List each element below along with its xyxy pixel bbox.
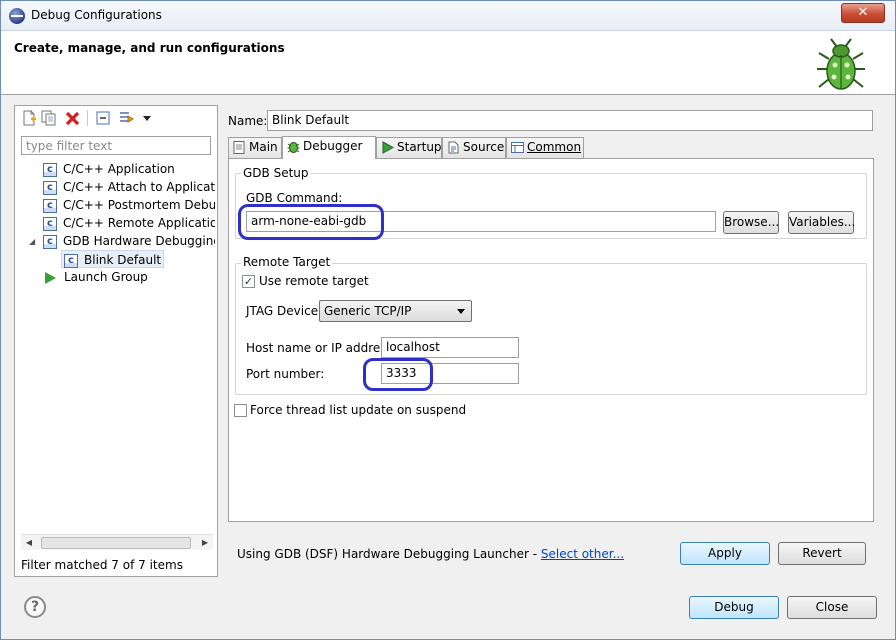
new-configuration-icon[interactable] bbox=[21, 110, 37, 126]
port-highlight-ring bbox=[363, 358, 433, 391]
gdb-command-label: GDB Command: bbox=[246, 191, 343, 205]
host-label: Host name or IP address: bbox=[246, 341, 397, 355]
tree-expander-icon[interactable]: ◢ bbox=[29, 233, 39, 251]
tab-startup[interactable]: Startup bbox=[376, 137, 442, 158]
tab-debugger[interactable]: Debugger bbox=[282, 136, 376, 159]
gdb-setup-title: GDB Setup bbox=[241, 166, 311, 180]
view-menu-chevron-icon[interactable] bbox=[139, 110, 155, 126]
title-bar: Debug Configurations ✕ bbox=[1, 1, 895, 31]
launcher-info: Using GDB (DSF) Hardware Debugging Launc… bbox=[237, 547, 624, 561]
startup-tab-icon bbox=[382, 141, 394, 154]
name-label: Name: bbox=[228, 114, 267, 128]
jtag-device-value: Generic TCP/IP bbox=[324, 304, 412, 318]
tree-item-cpp-remote[interactable]: c C/C++ Remote Application bbox=[43, 214, 215, 232]
revert-button[interactable]: Revert bbox=[778, 542, 866, 565]
host-input[interactable]: localhost bbox=[381, 337, 519, 358]
tab-main[interactable]: Main bbox=[228, 137, 282, 158]
scroll-right-icon[interactable]: ▶ bbox=[197, 535, 213, 551]
launch-group-icon bbox=[45, 271, 56, 284]
debugger-tab-content: GDB Setup GDB Command: arm-none-eabi-gdb… bbox=[228, 158, 874, 522]
tree-item-label: Blink Default bbox=[84, 253, 162, 267]
main-tab-icon bbox=[233, 141, 245, 154]
window-title: Debug Configurations bbox=[31, 8, 162, 22]
launcher-text: Using GDB (DSF) Hardware Debugging Launc… bbox=[237, 547, 541, 561]
debug-configurations-dialog: Debug Configurations ✕ Create, manage, a… bbox=[0, 0, 896, 640]
debugger-tab-icon bbox=[287, 142, 300, 153]
debug-bug-icon bbox=[817, 38, 865, 90]
tab-label: Debugger bbox=[303, 139, 363, 153]
tab-common[interactable]: Common bbox=[506, 137, 584, 158]
tree-toolbar bbox=[15, 106, 217, 132]
browse-button[interactable]: Browse... bbox=[723, 211, 779, 234]
tab-label: Source bbox=[463, 140, 505, 154]
tree-item-blink-default[interactable]: c Blink Default bbox=[61, 250, 165, 268]
eclipse-app-icon bbox=[9, 8, 25, 24]
variables-button[interactable]: Variables... bbox=[788, 211, 855, 234]
tree-item-label: Launch Group bbox=[64, 270, 148, 284]
select-other-link[interactable]: Select other... bbox=[541, 547, 624, 561]
chevron-down-icon bbox=[457, 309, 465, 314]
common-tab-icon bbox=[511, 142, 524, 153]
tab-label: Main bbox=[249, 140, 278, 154]
tree-item-label: C/C++ Remote Application bbox=[63, 216, 215, 230]
tab-label: Startup bbox=[397, 140, 442, 154]
c-config-icon: c bbox=[43, 216, 57, 231]
c-config-icon: c bbox=[43, 234, 57, 249]
tab-label: Common bbox=[527, 140, 582, 154]
remote-target-title: Remote Target bbox=[241, 255, 333, 269]
window-close-button[interactable]: ✕ bbox=[841, 3, 885, 23]
tab-source[interactable]: Source bbox=[442, 137, 506, 158]
use-remote-target-checkbox[interactable]: ✓ bbox=[242, 275, 255, 288]
c-config-icon: c bbox=[43, 180, 57, 195]
tree-horizontal-scrollbar[interactable]: ◀ ▶ bbox=[21, 534, 213, 550]
duplicate-icon[interactable] bbox=[41, 110, 57, 126]
force-thread-checkbox[interactable] bbox=[234, 404, 247, 417]
configuration-tree-panel: c C/C++ Application c C/C++ Attach to Appl… bbox=[14, 105, 218, 577]
tree-item-label: GDB Hardware Debugging bbox=[63, 234, 215, 248]
filter-status: Filter matched 7 of 7 items bbox=[21, 558, 183, 572]
use-remote-target-label: Use remote target bbox=[259, 274, 369, 288]
tree-item-label: C/C++ Application bbox=[63, 162, 175, 176]
tree-item-gdb-hardware[interactable]: ◢ c GDB Hardware Debugging bbox=[29, 232, 215, 250]
filter-input[interactable] bbox=[21, 136, 211, 155]
tree-item-label: C/C++ Postmortem Debugger bbox=[63, 198, 215, 212]
scrollbar-thumb[interactable] bbox=[41, 537, 191, 549]
tree-item-launch-group[interactable]: Launch Group bbox=[45, 268, 148, 286]
configuration-tree: c C/C++ Application c C/C++ Attach to Appl… bbox=[15, 160, 215, 532]
tree-item-cpp-postmortem[interactable]: c C/C++ Postmortem Debugger bbox=[43, 196, 215, 214]
source-tab-icon bbox=[448, 141, 459, 154]
collapse-all-icon[interactable] bbox=[95, 110, 111, 126]
c-config-icon: c bbox=[64, 253, 78, 268]
name-input[interactable]: Blink Default bbox=[267, 110, 873, 131]
banner-title: Create, manage, and run configurations bbox=[14, 41, 285, 55]
force-thread-label: Force thread list update on suspend bbox=[250, 403, 467, 417]
header-banner: Create, manage, and run configurations bbox=[1, 31, 895, 95]
c-config-icon: c bbox=[43, 198, 57, 213]
toolbar-separator bbox=[87, 110, 88, 126]
name-label-text: Name: bbox=[228, 114, 268, 128]
apply-button[interactable]: Apply bbox=[680, 542, 770, 565]
delete-icon[interactable] bbox=[65, 110, 81, 126]
close-button[interactable]: Close bbox=[787, 596, 877, 619]
debug-button[interactable]: Debug bbox=[689, 596, 779, 619]
tree-item-label: C/C++ Attach to Application bbox=[63, 180, 215, 194]
port-label: Port number: bbox=[246, 367, 325, 381]
jtag-device-label: JTAG Device: bbox=[246, 304, 323, 318]
help-icon[interactable]: ? bbox=[24, 596, 46, 618]
tree-item-cpp-attach[interactable]: c C/C++ Attach to Application bbox=[43, 178, 215, 196]
c-config-icon: c bbox=[43, 162, 57, 177]
jtag-device-select[interactable]: Generic TCP/IP bbox=[319, 300, 472, 322]
filter-icon[interactable] bbox=[119, 110, 135, 126]
gdb-command-highlight-ring bbox=[238, 204, 384, 240]
scroll-left-icon[interactable]: ◀ bbox=[21, 535, 37, 551]
tree-item-cpp-application[interactable]: c C/C++ Application bbox=[43, 160, 175, 178]
